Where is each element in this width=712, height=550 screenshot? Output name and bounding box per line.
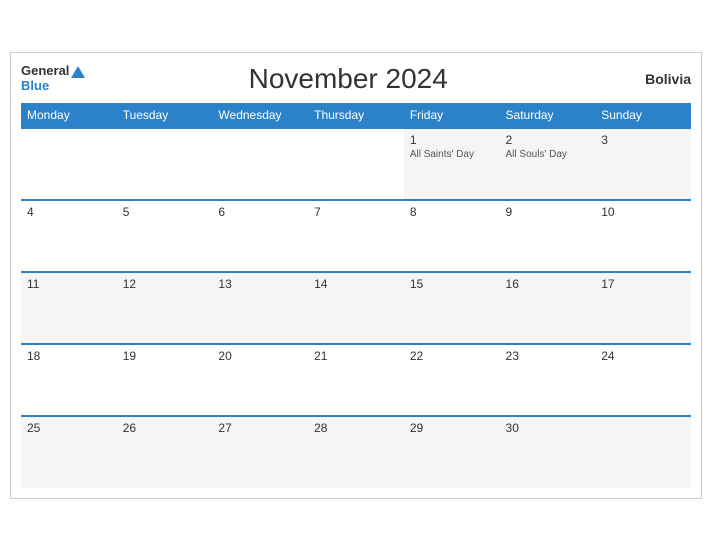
calendar-cell: 25 [21, 416, 117, 488]
day-number: 28 [314, 421, 398, 435]
day-number: 20 [218, 349, 302, 363]
calendar-cell [21, 128, 117, 200]
day-number: 18 [27, 349, 111, 363]
header-saturday: Saturday [500, 103, 596, 128]
day-number: 22 [410, 349, 494, 363]
calendar-cell: 16 [500, 272, 596, 344]
calendar-cell: 21 [308, 344, 404, 416]
day-number: 23 [506, 349, 590, 363]
calendar-body: 1 All Saints' Day 2 All Souls' Day 3 456789 10… [21, 128, 691, 488]
calendar-cell: 19 [117, 344, 213, 416]
country-label: Bolivia [611, 71, 691, 87]
calendar-cell [117, 128, 213, 200]
calendar-cell: 5 [117, 200, 213, 272]
calendar-header-row: Monday Tuesday Wednesday Thursday Friday… [21, 103, 691, 128]
calendar-cell: 29 [404, 416, 500, 488]
day-number: 19 [123, 349, 207, 363]
calendar-cell [595, 416, 691, 488]
logo: General Blue [21, 64, 85, 93]
day-number: 7 [314, 205, 398, 219]
logo-triangle-icon [71, 66, 85, 78]
calendar-cell: 15 [404, 272, 500, 344]
calendar-cell: 4 [21, 200, 117, 272]
calendar-cell: 28 [308, 416, 404, 488]
day-number: 14 [314, 277, 398, 291]
calendar-cell: 17 [595, 272, 691, 344]
header-wednesday: Wednesday [212, 103, 308, 128]
day-number: 2 [506, 133, 590, 147]
day-number: 25 [27, 421, 111, 435]
event-label: All Saints' Day [410, 149, 494, 160]
calendar-cell: 1 All Saints' Day [404, 128, 500, 200]
logo-blue-text: Blue [21, 79, 49, 93]
calendar-cell: 9 [500, 200, 596, 272]
day-number: 30 [506, 421, 590, 435]
header-thursday: Thursday [308, 103, 404, 128]
day-number: 24 [601, 349, 685, 363]
day-number: 17 [601, 277, 685, 291]
day-number: 13 [218, 277, 302, 291]
day-number: 1 [410, 133, 494, 147]
calendar-cell: 26 [117, 416, 213, 488]
calendar-cell: 12 [117, 272, 213, 344]
header-sunday: Sunday [595, 103, 691, 128]
day-number: 3 [601, 133, 685, 147]
header-friday: Friday [404, 103, 500, 128]
calendar-cell: 2 All Souls' Day [500, 128, 596, 200]
calendar-table: Monday Tuesday Wednesday Thursday Friday… [21, 103, 691, 488]
day-number: 15 [410, 277, 494, 291]
calendar-cell: 7 [308, 200, 404, 272]
calendar-cell: 27 [212, 416, 308, 488]
calendar-cell: 10 [595, 200, 691, 272]
day-number: 29 [410, 421, 494, 435]
day-number: 6 [218, 205, 302, 219]
day-number: 8 [410, 205, 494, 219]
calendar-cell [212, 128, 308, 200]
calendar-container: General Blue November 2024 Bolivia Monda… [10, 52, 702, 499]
day-number: 21 [314, 349, 398, 363]
header-monday: Monday [21, 103, 117, 128]
logo-general-text: General [21, 64, 85, 78]
calendar-cell: 18 [21, 344, 117, 416]
day-number: 12 [123, 277, 207, 291]
calendar-cell: 22 [404, 344, 500, 416]
event-label: All Souls' Day [506, 149, 590, 160]
calendar-cell: 14 [308, 272, 404, 344]
day-number: 16 [506, 277, 590, 291]
calendar-cell: 20 [212, 344, 308, 416]
calendar-cell: 30 [500, 416, 596, 488]
calendar-cell [308, 128, 404, 200]
day-number: 9 [506, 205, 590, 219]
calendar-cell: 11 [21, 272, 117, 344]
month-title: November 2024 [85, 63, 611, 95]
calendar-cell: 3 [595, 128, 691, 200]
calendar-cell: 24 [595, 344, 691, 416]
day-number: 26 [123, 421, 207, 435]
day-number: 27 [218, 421, 302, 435]
calendar-cell: 8 [404, 200, 500, 272]
calendar-cell: 13 [212, 272, 308, 344]
day-number: 11 [27, 277, 111, 291]
calendar-cell: 6 [212, 200, 308, 272]
calendar-header: General Blue November 2024 Bolivia [21, 63, 691, 95]
calendar-cell: 23 [500, 344, 596, 416]
header-tuesday: Tuesday [117, 103, 213, 128]
day-number: 4 [27, 205, 111, 219]
day-number: 10 [601, 205, 685, 219]
day-number: 5 [123, 205, 207, 219]
